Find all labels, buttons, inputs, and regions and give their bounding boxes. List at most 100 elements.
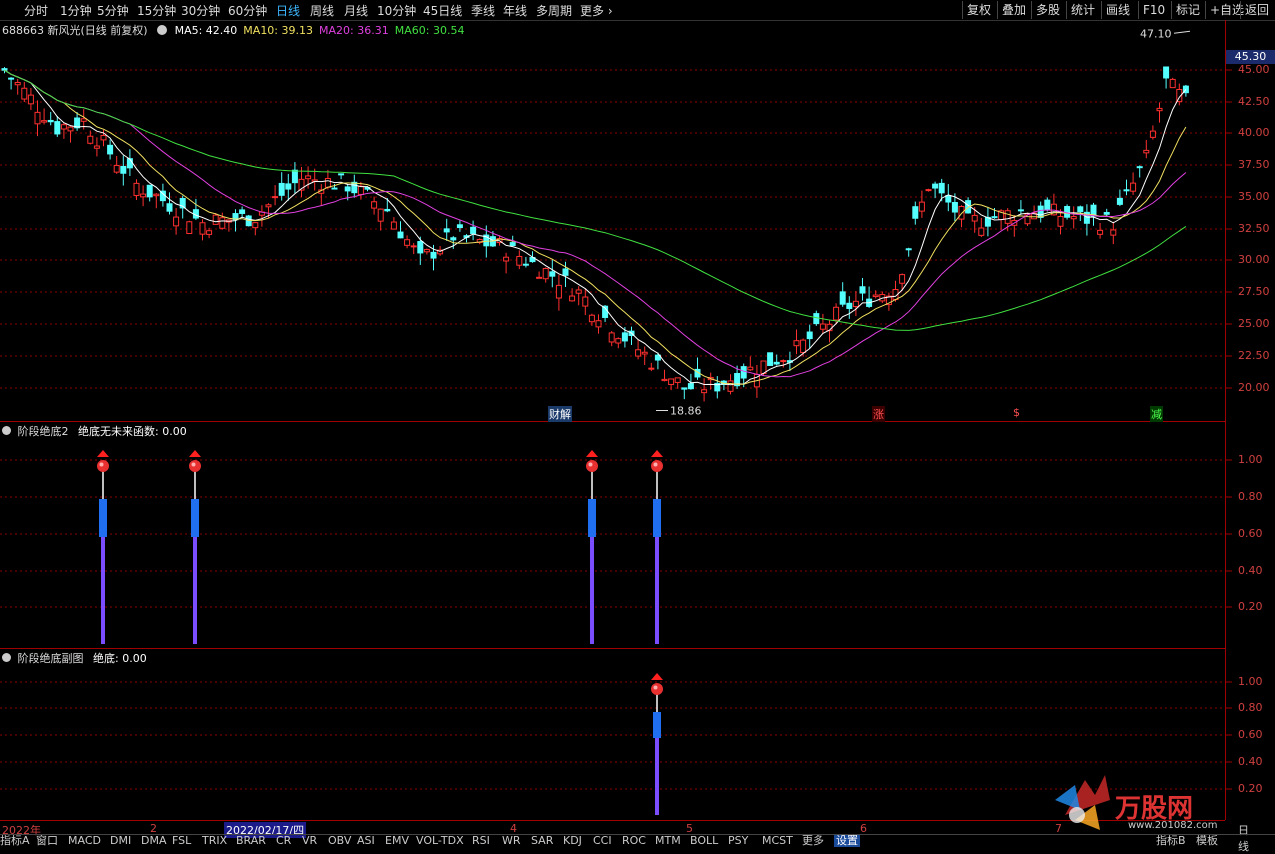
indicator-tab-3[interactable]: DMI — [110, 835, 131, 847]
period-tab-8[interactable]: 月线 — [344, 2, 368, 19]
event-marker-3[interactable]: 减 — [1150, 406, 1163, 422]
sub-panel-2-title[interactable]: 阶段绝底副图 — [18, 652, 84, 665]
indicator-tab-15[interactable]: WR — [502, 835, 521, 847]
period-tab-12[interactable]: 年线 — [503, 2, 527, 19]
indicator-tab-18[interactable]: CCI — [593, 835, 612, 847]
candle-body — [146, 184, 153, 198]
settings-icon[interactable] — [2, 426, 11, 435]
indicator-tab-17[interactable]: KDJ — [563, 835, 582, 847]
sub-panel-1-value: 绝底无未来函数: 0.00 — [78, 425, 187, 438]
period-tab-11[interactable]: 季线 — [471, 2, 495, 19]
indicator-tab-8[interactable]: CR — [276, 835, 291, 847]
indicator-tab-21[interactable]: BOLL — [690, 835, 718, 847]
ma-line-10 — [4, 69, 1187, 385]
toolbar-button-0[interactable]: 复权 — [962, 1, 995, 19]
indicator-tab-2[interactable]: MACD — [68, 835, 101, 847]
event-marker-0[interactable]: 财解 — [548, 406, 572, 422]
period-tab-14[interactable]: 更多 › — [580, 2, 613, 19]
event-marker-1[interactable]: 涨 — [872, 406, 885, 422]
period-tab-1[interactable]: 1分钟 — [60, 2, 92, 19]
candle-body — [1031, 212, 1038, 220]
candle-body — [67, 126, 74, 132]
period-tab-5[interactable]: 60分钟 — [228, 2, 267, 19]
toolbar-button-6[interactable]: 标记 — [1171, 1, 1204, 19]
signal-block — [588, 499, 596, 537]
candle-body — [159, 190, 166, 202]
indicator-tab-13[interactable]: VOL-TDX — [416, 835, 464, 847]
indicator-tab-7[interactable]: BRAR — [236, 835, 266, 847]
stock-title[interactable]: 688663 新风光(日线 前复权) — [2, 24, 148, 37]
signal-dot-highlight — [191, 462, 196, 467]
candle-body — [225, 219, 232, 223]
candle-body — [635, 349, 642, 357]
candle-body — [846, 302, 853, 309]
candle-body — [701, 389, 708, 394]
event-marker-2[interactable]: $ — [1012, 406, 1021, 419]
period-tab-3[interactable]: 15分钟 — [137, 2, 176, 19]
indicator-tab-19[interactable]: ROC — [622, 835, 646, 847]
candle-body — [166, 203, 173, 212]
price-tick: 37.50 — [1238, 158, 1270, 171]
sub-panel-1-header: 阶段绝底2 绝底无未来函数: 0.00 — [2, 423, 187, 439]
candle-body — [615, 338, 622, 344]
signal-dot — [189, 460, 201, 472]
period-tab-9[interactable]: 10分钟 — [377, 2, 416, 19]
toolbar-button-4[interactable]: 画线 — [1101, 1, 1134, 19]
candle-body — [87, 135, 94, 144]
indicator-tab-right-0[interactable]: 指标B — [1156, 835, 1186, 847]
toolbar-button-5[interactable]: F10 — [1138, 1, 1169, 19]
ma-label-2: MA20: 36.31 — [319, 24, 389, 37]
candle-body — [654, 354, 661, 361]
indicator-tab-24[interactable]: 更多 — [802, 835, 824, 847]
toolbar-button-3[interactable]: 统计 — [1066, 1, 1099, 19]
price-tick: 42.50 — [1238, 95, 1270, 108]
indicator-tab-right-1[interactable]: 模板 — [1196, 835, 1218, 847]
period-tab-10[interactable]: 45日线 — [423, 2, 462, 19]
candle-body — [641, 351, 648, 355]
candle-body — [173, 216, 180, 227]
sub-panel-2-value: 绝底: 0.00 — [93, 652, 147, 665]
candle-body — [945, 195, 952, 203]
indicator-tab-16[interactable]: SAR — [531, 835, 553, 847]
candle-body — [1110, 229, 1117, 236]
candle-body — [384, 208, 391, 212]
candle-body — [1011, 219, 1018, 226]
candle-body — [866, 298, 873, 307]
indicator-tab-4[interactable]: DMA — [141, 835, 167, 847]
period-tab-7[interactable]: 周线 — [310, 2, 334, 19]
indicator-tab-20[interactable]: MTM — [655, 835, 681, 847]
indicator-tab-9[interactable]: VR — [302, 835, 317, 847]
period-tab-0[interactable]: 分时 — [24, 2, 48, 19]
indicator-tab-6[interactable]: TRIX — [202, 835, 227, 847]
candle-body — [423, 249, 430, 253]
candle-body — [1163, 66, 1170, 79]
signal-dot-highlight — [588, 462, 593, 467]
indicator-tab-5[interactable]: FSL — [172, 835, 191, 847]
price-axis-border — [1225, 20, 1226, 820]
indicator-tab-22[interactable]: PSY — [728, 835, 748, 847]
candle-body — [377, 208, 384, 222]
period-tab-4[interactable]: 30分钟 — [181, 2, 220, 19]
settings-icon[interactable] — [157, 25, 168, 35]
period-tab-13[interactable]: 多周期 — [536, 2, 572, 19]
sub-panel-1-title[interactable]: 阶段绝底2 — [18, 425, 69, 438]
indicator-tab-1[interactable]: 窗口 — [36, 835, 58, 847]
period-tab-6[interactable]: 日线 — [276, 2, 300, 19]
indicator-tab-23[interactable]: MCST — [762, 835, 793, 847]
candle-body — [582, 296, 589, 307]
kline-chart[interactable]: 47.10 18.86 — [0, 0, 1275, 846]
candle-body — [390, 221, 397, 230]
indicator-tab-12[interactable]: EMV — [385, 835, 409, 847]
candle-body — [1176, 89, 1183, 103]
toolbar-button-8[interactable]: 返回 — [1240, 1, 1273, 19]
candle-body — [113, 164, 120, 173]
toolbar-button-2[interactable]: 多股 — [1031, 1, 1064, 19]
period-tab-2[interactable]: 5分钟 — [97, 2, 129, 19]
settings-icon[interactable] — [2, 653, 11, 662]
indicator-tab-14[interactable]: RSI — [472, 835, 490, 847]
indicator-tab-25[interactable]: 设置 — [834, 835, 860, 847]
toolbar-button-1[interactable]: 叠加 — [997, 1, 1030, 19]
indicator-tab-0[interactable]: 指标A — [0, 835, 30, 847]
indicator-tab-10[interactable]: OBV — [328, 835, 351, 847]
indicator-tab-11[interactable]: ASI — [357, 835, 375, 847]
